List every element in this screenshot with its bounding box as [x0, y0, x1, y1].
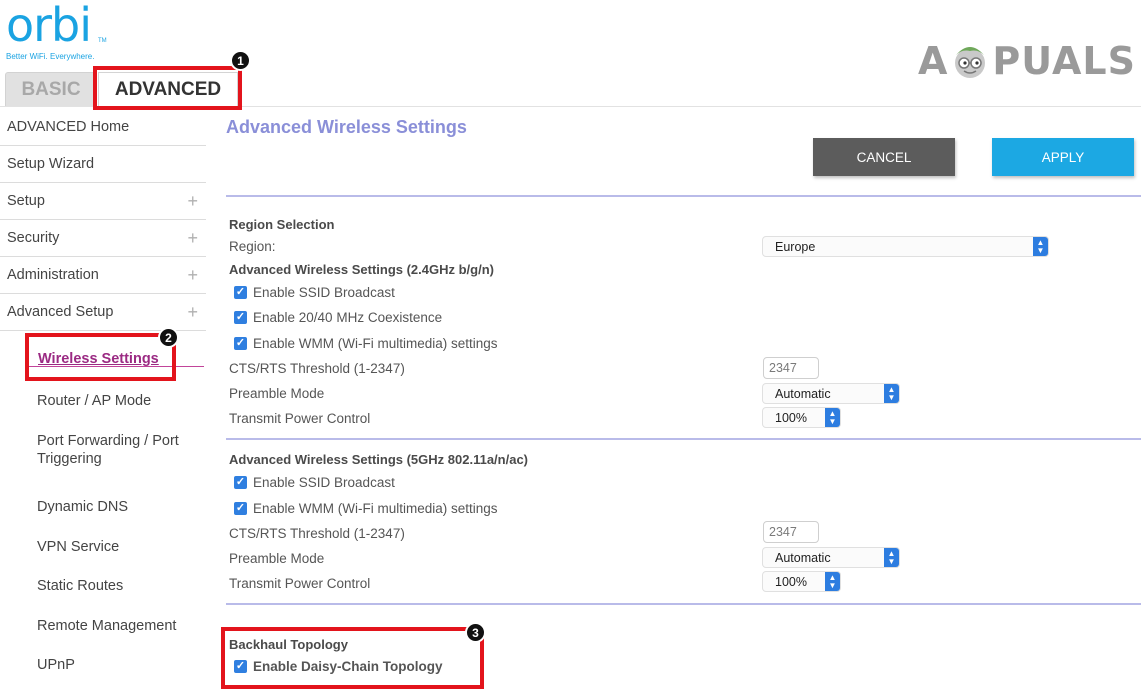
checkbox-label: Enable SSID Broadcast [253, 285, 395, 300]
main-content: Advanced Wireless Settings CANCEL APPLY … [226, 107, 1141, 700]
select-arrows-icon: ▲ ▼ [825, 572, 840, 591]
checkbox-checked-icon[interactable]: ✓ [234, 502, 247, 515]
highlight-backhaul-topology [221, 627, 484, 689]
step-badge-1: 1 [230, 50, 251, 71]
orbi-logo: orbi TM Better WiFi. Everywhere. [6, 2, 116, 66]
band-24-cts-label: CTS/RTS Threshold (1-2347) [229, 361, 405, 376]
select-arrows-icon: ▲ ▼ [884, 384, 899, 403]
region-label: Region: [229, 239, 276, 254]
region-select-value: Europe [775, 239, 816, 254]
sidebar-item-administration[interactable]: Administration + [0, 257, 206, 294]
checkbox-24-coexistence[interactable]: ✓ Enable 20/40 MHz Coexistence [234, 310, 442, 325]
select-arrows-icon: ▲ ▼ [825, 408, 840, 427]
band-24-preamble-label: Preamble Mode [229, 386, 325, 401]
band-5-power-select[interactable]: 100% ▲ ▼ [762, 571, 841, 592]
step-badge-2: 2 [158, 327, 179, 348]
checkbox-checked-icon[interactable]: ✓ [234, 311, 247, 324]
watermark-left: A [918, 39, 949, 83]
expand-plus-icon[interactable]: + [187, 229, 198, 247]
band-24-section-title: Advanced Wireless Settings (2.4GHz b/g/n… [229, 262, 494, 277]
highlight-advanced-tab [93, 66, 242, 110]
checkbox-label: Enable WMM (Wi-Fi multimedia) settings [253, 336, 498, 351]
appuals-watermark: A PUALS [918, 36, 1136, 86]
band-5-cts-label: CTS/RTS Threshold (1-2347) [229, 526, 405, 541]
subnav-dynamic-dns[interactable]: Dynamic DNS [37, 498, 207, 516]
subnav-router-ap-mode[interactable]: Router / AP Mode [37, 392, 207, 410]
sidebar-item-advanced-home[interactable]: ADVANCED Home [0, 109, 206, 146]
select-arrows-icon: ▲ ▼ [1033, 237, 1048, 256]
sidebar-item-advanced-setup[interactable]: Advanced Setup + [0, 294, 206, 331]
section-divider [226, 438, 1141, 440]
select-value: 100% [775, 574, 807, 589]
tab-basic[interactable]: BASIC [5, 72, 97, 106]
sidebar-item-label: Setup Wizard [7, 156, 95, 172]
subnav-vpn-service[interactable]: VPN Service [37, 538, 207, 556]
select-value: Automatic [775, 550, 831, 565]
sidebar-item-label: Administration [7, 267, 99, 283]
region-section-title: Region Selection [229, 217, 335, 232]
band-24-cts-input[interactable] [763, 357, 819, 379]
band-5-power-label: Transmit Power Control [229, 576, 371, 591]
logo-trademark: TM [98, 38, 107, 44]
sidebar-item-label: Security [7, 230, 60, 246]
expand-plus-icon[interactable]: + [187, 303, 198, 321]
sidebar: ADVANCED Home Setup Wizard Setup + Securi… [0, 107, 212, 700]
checkbox-checked-icon[interactable]: ✓ [234, 286, 247, 299]
checkbox-label: Enable 20/40 MHz Coexistence [253, 310, 443, 325]
sidebar-item-label: ADVANCED Home [7, 119, 130, 135]
band-5-section-title: Advanced Wireless Settings (5GHz 802.11a… [229, 452, 529, 467]
subnav-upnp[interactable]: UPnP [37, 656, 207, 674]
band-24-power-label: Transmit Power Control [229, 411, 371, 426]
sidebar-item-label: Setup [7, 193, 45, 209]
checkbox-checked-icon[interactable]: ✓ [234, 337, 247, 350]
checkbox-checked-icon[interactable]: ✓ [234, 476, 247, 489]
cancel-button[interactable]: CANCEL [813, 138, 955, 176]
watermark-right: PUALS [992, 39, 1136, 83]
band-5-cts-input[interactable] [763, 521, 819, 543]
subnav-static-routes[interactable]: Static Routes [37, 577, 207, 595]
logo-tagline: Better WiFi. Everywhere. [6, 52, 95, 61]
sidebar-item-setup-wizard[interactable]: Setup Wizard [0, 146, 206, 183]
section-divider [226, 195, 1141, 197]
subnav-port-forwarding[interactable]: Port Forwarding / Port Triggering [37, 432, 197, 468]
subnav-remote-management[interactable]: Remote Management [37, 617, 207, 635]
checkbox-5-wmm[interactable]: ✓ Enable WMM (Wi-Fi multimedia) settings [234, 501, 498, 516]
watermark-mascot-icon [955, 47, 986, 78]
highlight-wireless-settings [25, 333, 176, 381]
band-24-preamble-select[interactable]: Automatic ▲ ▼ [762, 383, 900, 404]
sidebar-item-setup[interactable]: Setup + [0, 183, 206, 220]
select-value: Automatic [775, 386, 831, 401]
region-select[interactable]: Europe ▲ ▼ [762, 236, 1049, 257]
sidebar-item-security[interactable]: Security + [0, 220, 206, 257]
checkbox-label: Enable WMM (Wi-Fi multimedia) settings [253, 501, 498, 516]
band-5-preamble-label: Preamble Mode [229, 551, 325, 566]
checkbox-24-ssid-broadcast[interactable]: ✓ Enable SSID Broadcast [234, 285, 395, 300]
checkbox-label: Enable SSID Broadcast [253, 475, 395, 490]
select-value: 100% [775, 410, 807, 425]
step-badge-3: 3 [465, 622, 486, 643]
band-24-power-select[interactable]: 100% ▲ ▼ [762, 407, 841, 428]
checkbox-5-ssid-broadcast[interactable]: ✓ Enable SSID Broadcast [234, 475, 395, 490]
expand-plus-icon[interactable]: + [187, 266, 198, 284]
page-title: Advanced Wireless Settings [226, 117, 467, 137]
section-divider [226, 603, 1141, 605]
select-arrows-icon: ▲ ▼ [884, 548, 899, 567]
expand-plus-icon[interactable]: + [187, 192, 198, 210]
sidebar-item-label: Advanced Setup [7, 304, 114, 320]
checkbox-24-wmm[interactable]: ✓ Enable WMM (Wi-Fi multimedia) settings [234, 336, 498, 351]
band-5-preamble-select[interactable]: Automatic ▲ ▼ [762, 547, 900, 568]
apply-button[interactable]: APPLY [992, 138, 1134, 176]
